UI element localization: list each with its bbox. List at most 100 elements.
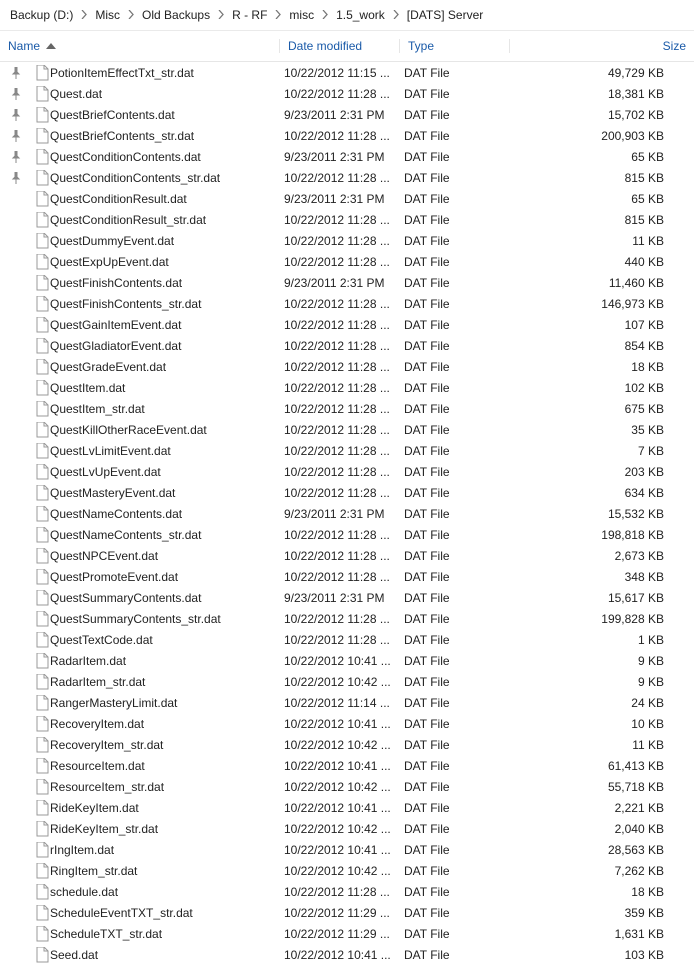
file-row[interactable]: RingItem_str.dat10/22/2012 10:42 ...DAT … bbox=[0, 860, 694, 881]
file-row[interactable]: RangerMasteryLimit.dat10/22/2012 11:14 .… bbox=[0, 692, 694, 713]
file-name[interactable]: QuestFinishContents.dat bbox=[46, 276, 284, 290]
file-name[interactable]: RangerMasteryLimit.dat bbox=[46, 696, 284, 710]
file-row[interactable]: QuestItem.dat10/22/2012 11:28 ...DAT Fil… bbox=[0, 377, 694, 398]
breadcrumb-segment[interactable]: misc bbox=[287, 6, 316, 24]
file-name[interactable]: QuestBriefContents.dat bbox=[46, 108, 284, 122]
file-row[interactable]: QuestNameContents_str.dat10/22/2012 11:2… bbox=[0, 524, 694, 545]
file-name[interactable]: ResourceItem.dat bbox=[46, 759, 284, 773]
file-list[interactable]: PotionItemEffectTxt_str.dat10/22/2012 11… bbox=[0, 62, 694, 975]
file-name[interactable]: QuestSummaryContents_str.dat bbox=[46, 612, 284, 626]
file-row[interactable]: QuestKillOtherRaceEvent.dat10/22/2012 11… bbox=[0, 419, 694, 440]
file-name[interactable]: Seed.dat bbox=[46, 948, 284, 962]
file-row[interactable]: ResourceItem.dat10/22/2012 10:41 ...DAT … bbox=[0, 755, 694, 776]
file-name[interactable]: rIngItem.dat bbox=[46, 843, 284, 857]
file-row[interactable]: ScheduleEventTXT_str.dat10/22/2012 11:29… bbox=[0, 902, 694, 923]
file-name[interactable]: QuestGladiatorEvent.dat bbox=[46, 339, 284, 353]
file-row[interactable]: RadarItem_str.dat10/22/2012 10:42 ...DAT… bbox=[0, 671, 694, 692]
file-name[interactable]: QuestMasteryEvent.dat bbox=[46, 486, 284, 500]
pin-icon[interactable] bbox=[6, 130, 26, 142]
file-row[interactable]: QuestPromoteEvent.dat10/22/2012 11:28 ..… bbox=[0, 566, 694, 587]
file-name[interactable]: Quest.dat bbox=[46, 87, 284, 101]
file-row[interactable]: QuestConditionContents_str.dat10/22/2012… bbox=[0, 167, 694, 188]
pin-icon[interactable] bbox=[6, 172, 26, 184]
file-row[interactable]: QuestConditionContents.dat9/23/2011 2:31… bbox=[0, 146, 694, 167]
file-row[interactable]: Quest.dat10/22/2012 11:28 ...DAT File18,… bbox=[0, 83, 694, 104]
pin-icon[interactable] bbox=[6, 109, 26, 121]
file-name[interactable]: RadarItem.dat bbox=[46, 654, 284, 668]
file-row[interactable]: Seed.dat10/22/2012 10:41 ...DAT File103 … bbox=[0, 944, 694, 965]
file-name[interactable]: QuestExpUpEvent.dat bbox=[46, 255, 284, 269]
file-name[interactable]: QuestSummaryContents.dat bbox=[46, 591, 284, 605]
file-name[interactable]: schedule.dat bbox=[46, 885, 284, 899]
file-name[interactable]: QuestConditionResult_str.dat bbox=[46, 213, 284, 227]
file-row[interactable]: QuestSummaryContents_str.dat10/22/2012 1… bbox=[0, 608, 694, 629]
file-name[interactable]: QuestDummyEvent.dat bbox=[46, 234, 284, 248]
file-name[interactable]: ScheduleTXT_str.dat bbox=[46, 927, 284, 941]
file-row[interactable]: ScheduleTXT_str.dat10/22/2012 11:29 ...D… bbox=[0, 923, 694, 944]
file-row[interactable]: QuestGradeEvent.dat10/22/2012 11:28 ...D… bbox=[0, 356, 694, 377]
breadcrumb-segment[interactable]: R - RF bbox=[230, 6, 269, 24]
file-name[interactable]: PotionItemEffectTxt_str.dat bbox=[46, 66, 284, 80]
file-name[interactable]: RecoveryItem_str.dat bbox=[46, 738, 284, 752]
file-name[interactable]: ScheduleEventTXT_str.dat bbox=[46, 906, 284, 920]
file-row[interactable]: QuestTextCode.dat10/22/2012 11:28 ...DAT… bbox=[0, 629, 694, 650]
file-row[interactable]: QuestBriefContents.dat9/23/2011 2:31 PMD… bbox=[0, 104, 694, 125]
column-header-date[interactable]: Date modified bbox=[280, 37, 400, 55]
file-row[interactable]: RideKeyItem_str.dat10/22/2012 10:42 ...D… bbox=[0, 818, 694, 839]
file-row[interactable]: QuestGainItemEvent.dat10/22/2012 11:28 .… bbox=[0, 314, 694, 335]
file-name[interactable]: QuestItem.dat bbox=[46, 381, 284, 395]
file-row[interactable]: QuestExpUpEvent.dat10/22/2012 11:28 ...D… bbox=[0, 251, 694, 272]
file-name[interactable]: QuestLvUpEvent.dat bbox=[46, 465, 284, 479]
file-row[interactable]: PotionItemEffectTxt_str.dat10/22/2012 11… bbox=[0, 62, 694, 83]
pin-icon[interactable] bbox=[6, 151, 26, 163]
file-name[interactable]: QuestFinishContents_str.dat bbox=[46, 297, 284, 311]
file-row[interactable]: QuestConditionResult_str.dat10/22/2012 1… bbox=[0, 209, 694, 230]
file-name[interactable]: RideKeyItem_str.dat bbox=[46, 822, 284, 836]
file-row[interactable]: QuestGladiatorEvent.dat10/22/2012 11:28 … bbox=[0, 335, 694, 356]
file-row[interactable]: QuestItem_str.dat10/22/2012 11:28 ...DAT… bbox=[0, 398, 694, 419]
file-row[interactable]: QuestDummyEvent.dat10/22/2012 11:28 ...D… bbox=[0, 230, 694, 251]
file-row[interactable]: QuestConditionResult.dat9/23/2011 2:31 P… bbox=[0, 188, 694, 209]
file-name[interactable]: QuestItem_str.dat bbox=[46, 402, 284, 416]
file-name[interactable]: QuestNameContents.dat bbox=[46, 507, 284, 521]
breadcrumb-segment[interactable]: Backup (D:) bbox=[8, 6, 75, 24]
pin-icon[interactable] bbox=[6, 88, 26, 100]
file-row[interactable]: schedule.dat10/22/2012 11:28 ...DAT File… bbox=[0, 881, 694, 902]
file-name[interactable]: QuestTextCode.dat bbox=[46, 633, 284, 647]
file-name[interactable]: QuestConditionContents.dat bbox=[46, 150, 284, 164]
file-row[interactable]: rIngItem.dat10/22/2012 10:41 ...DAT File… bbox=[0, 839, 694, 860]
file-name[interactable]: QuestConditionContents_str.dat bbox=[46, 171, 284, 185]
file-row[interactable]: RecoveryItem_str.dat10/22/2012 10:42 ...… bbox=[0, 734, 694, 755]
file-row[interactable]: QuestLvUpEvent.dat10/22/2012 11:28 ...DA… bbox=[0, 461, 694, 482]
file-row[interactable]: RideKeyItem.dat10/22/2012 10:41 ...DAT F… bbox=[0, 797, 694, 818]
file-row[interactable]: ResourceItem_str.dat10/22/2012 10:42 ...… bbox=[0, 776, 694, 797]
pin-icon[interactable] bbox=[6, 67, 26, 79]
column-header-name[interactable]: Name bbox=[0, 37, 280, 55]
file-name[interactable]: RingItem_str.dat bbox=[46, 864, 284, 878]
file-row[interactable]: QuestNPCEvent.dat10/22/2012 11:28 ...DAT… bbox=[0, 545, 694, 566]
breadcrumb-segment[interactable]: Misc bbox=[93, 6, 122, 24]
file-row[interactable]: QuestMasteryEvent.dat10/22/2012 11:28 ..… bbox=[0, 482, 694, 503]
file-name[interactable]: QuestGradeEvent.dat bbox=[46, 360, 284, 374]
file-row[interactable]: QuestFinishContents.dat9/23/2011 2:31 PM… bbox=[0, 272, 694, 293]
file-name[interactable]: QuestNPCEvent.dat bbox=[46, 549, 284, 563]
file-row[interactable]: QuestLvLimitEvent.dat10/22/2012 11:28 ..… bbox=[0, 440, 694, 461]
breadcrumb-segment[interactable]: [DATS] Server bbox=[405, 6, 485, 24]
file-name[interactable]: QuestBriefContents_str.dat bbox=[46, 129, 284, 143]
file-row[interactable]: QuestBriefContents_str.dat10/22/2012 11:… bbox=[0, 125, 694, 146]
file-row[interactable]: RadarItem.dat10/22/2012 10:41 ...DAT Fil… bbox=[0, 650, 694, 671]
file-row[interactable]: QuestNameContents.dat9/23/2011 2:31 PMDA… bbox=[0, 503, 694, 524]
file-name[interactable]: RadarItem_str.dat bbox=[46, 675, 284, 689]
file-name[interactable]: QuestPromoteEvent.dat bbox=[46, 570, 284, 584]
breadcrumb-segment[interactable]: Old Backups bbox=[140, 6, 212, 24]
column-header-type[interactable]: Type bbox=[400, 37, 510, 55]
breadcrumb-segment[interactable]: 1.5_work bbox=[334, 6, 387, 24]
column-header-size[interactable]: Size bbox=[510, 37, 694, 55]
file-name[interactable]: RideKeyItem.dat bbox=[46, 801, 284, 815]
file-name[interactable]: QuestNameContents_str.dat bbox=[46, 528, 284, 542]
file-name[interactable]: QuestGainItemEvent.dat bbox=[46, 318, 284, 332]
file-name[interactable]: QuestConditionResult.dat bbox=[46, 192, 284, 206]
file-name[interactable]: QuestKillOtherRaceEvent.dat bbox=[46, 423, 284, 437]
file-name[interactable]: QuestLvLimitEvent.dat bbox=[46, 444, 284, 458]
file-row[interactable]: QuestSummaryContents.dat9/23/2011 2:31 P… bbox=[0, 587, 694, 608]
